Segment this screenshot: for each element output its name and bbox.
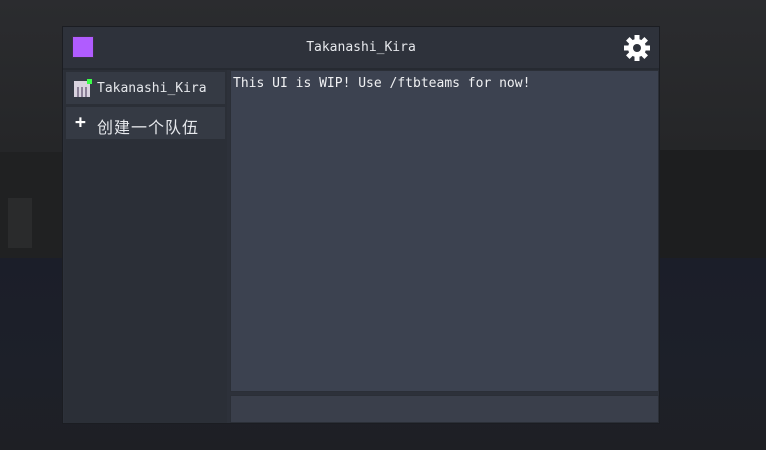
sidebar: Takanashi_Kira + 创建一个队伍 bbox=[64, 70, 227, 423]
game-background: Takanashi_Kira Takanashi_Kira + 创建一个队伍 T… bbox=[0, 0, 766, 450]
online-status-indicator bbox=[87, 79, 92, 84]
sidebar-item-label: Takanashi_Kira bbox=[97, 81, 207, 96]
main-content-panel: This UI is WIP! Use /ftbteams for now! bbox=[230, 70, 659, 392]
wip-message: This UI is WIP! Use /ftbteams for now! bbox=[233, 76, 531, 91]
title-bar: Takanashi_Kira bbox=[63, 27, 659, 70]
background-window bbox=[8, 198, 32, 248]
window-title: Takanashi_Kira bbox=[306, 40, 416, 55]
plus-icon: + bbox=[75, 112, 86, 133]
gear-icon[interactable] bbox=[622, 33, 652, 63]
create-team-label: 创建一个队伍 bbox=[97, 118, 200, 137]
teams-window: Takanashi_Kira Takanashi_Kira + 创建一个队伍 T… bbox=[62, 26, 660, 424]
create-team-button[interactable]: + 创建一个队伍 bbox=[66, 107, 225, 139]
sidebar-item-player[interactable]: Takanashi_Kira bbox=[66, 72, 225, 104]
chat-input[interactable] bbox=[230, 395, 659, 423]
background-terrain bbox=[660, 150, 766, 260]
